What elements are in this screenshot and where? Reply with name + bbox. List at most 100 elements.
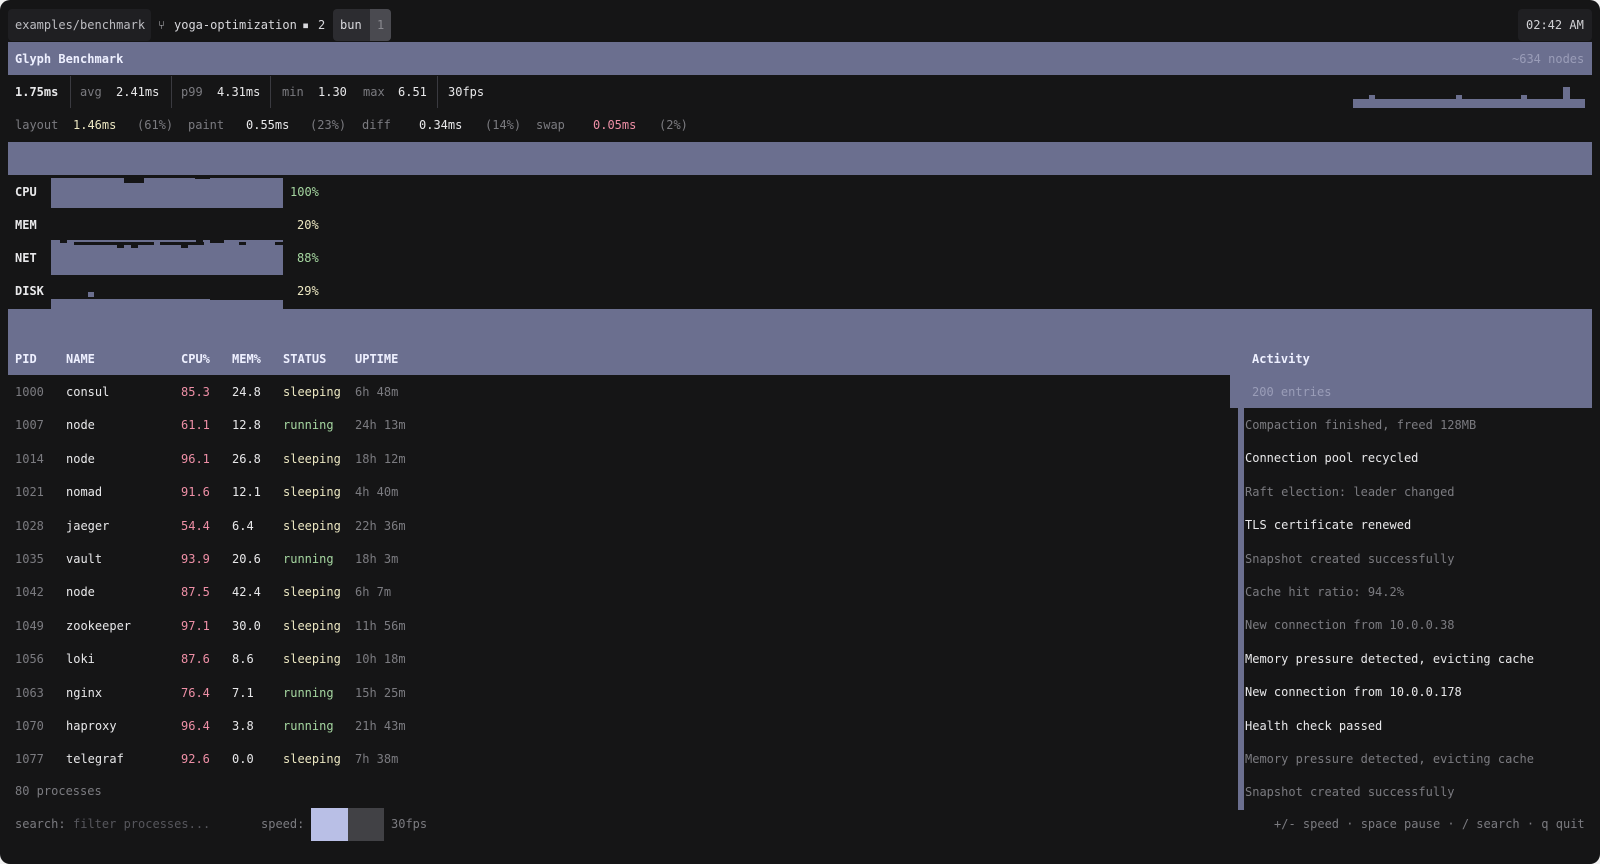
activity-item: Health check passed bbox=[1245, 718, 1383, 733]
name-cell: vault bbox=[66, 552, 103, 566]
pid-cell: 1014 bbox=[15, 451, 44, 466]
activity-item: Compaction finished, freed 128MB bbox=[1245, 418, 1477, 432]
table-row[interactable]: 1007 node 61.1 12.8 running 24h 13m bbox=[0, 409, 1230, 442]
activity-scrollbar[interactable] bbox=[1238, 408, 1244, 810]
meter-mark bbox=[131, 245, 138, 248]
current-frame-time: 1.75ms bbox=[15, 85, 59, 99]
status-cell: sleeping bbox=[283, 451, 341, 466]
activity-item: Snapshot created successfully bbox=[1245, 551, 1455, 566]
table-row[interactable]: 1021 nomad 91.6 12.1 sleeping 4h 40m bbox=[0, 476, 1230, 509]
table-row[interactable]: 1049 zookeeper 97.1 30.0 sleeping 11h 56m bbox=[0, 610, 1230, 643]
search-label: search: bbox=[15, 817, 66, 831]
cpu-cell: 87.5 bbox=[181, 585, 210, 600]
net-meter-value: 88% bbox=[297, 251, 319, 265]
pid-cell: 1021 bbox=[15, 485, 44, 500]
table-row[interactable]: 1070 haproxy 96.4 3.8 running 21h 43m bbox=[0, 710, 1230, 743]
meter-mark bbox=[181, 245, 188, 248]
max-value: 6.51 bbox=[398, 85, 427, 99]
name-cell: zookeeper bbox=[66, 618, 132, 633]
runtime-count: 1 bbox=[377, 18, 385, 32]
disk-meter-label: DISK bbox=[15, 284, 44, 298]
name-cell: haproxy bbox=[66, 719, 117, 733]
col-mem[interactable]: MEM% bbox=[232, 352, 261, 366]
diff-value: 0.34ms bbox=[419, 118, 463, 132]
activity-item: Memory pressure detected, evicting cache bbox=[1245, 752, 1534, 766]
help-hints: +/- speed · space pause · / search · q q… bbox=[1274, 817, 1585, 831]
activity-item: TLS certificate renewed bbox=[1245, 518, 1412, 533]
status-cell: sleeping bbox=[283, 652, 341, 667]
sparkline-tick bbox=[1369, 95, 1375, 99]
table-row[interactable]: 1042 node 87.5 42.4 sleeping 6h 7m bbox=[0, 576, 1230, 609]
col-pid[interactable]: PID bbox=[15, 352, 37, 366]
swap-pct: (2%) bbox=[659, 118, 688, 132]
activity-item: Snapshot created successfully bbox=[1245, 785, 1455, 800]
meter-mark bbox=[210, 297, 283, 300]
header-band bbox=[8, 42, 1592, 75]
stats-divider bbox=[171, 76, 172, 108]
table-row[interactable]: 1063 nginx 76.4 7.1 running 15h 25m bbox=[0, 677, 1230, 710]
speed-slider[interactable] bbox=[311, 808, 384, 841]
pid-cell: 1000 bbox=[15, 385, 44, 399]
status-cell: sleeping bbox=[283, 385, 341, 399]
layout-value: 1.46ms bbox=[73, 118, 117, 132]
paint-label: paint bbox=[188, 118, 225, 132]
table-row[interactable]: 1000 consul 85.3 24.8 sleeping 6h 48m bbox=[0, 376, 1230, 409]
table-row[interactable]: 1014 node 96.1 26.8 sleeping 18h 12m bbox=[0, 443, 1230, 476]
path-label: examples/benchmark bbox=[15, 18, 146, 32]
activity-item: New connection from 10.0.0.178 bbox=[1245, 685, 1462, 700]
frame-sparkline bbox=[1353, 99, 1585, 108]
meter-mark bbox=[117, 245, 124, 248]
mem-cell: 12.8 bbox=[232, 418, 261, 433]
activity-item: Memory pressure detected, evicting cache bbox=[1245, 651, 1534, 666]
cpu-cell: 97.1 bbox=[181, 618, 210, 633]
name-cell: consul bbox=[66, 385, 110, 399]
col-uptime[interactable]: UPTIME bbox=[355, 352, 398, 366]
meter-mark bbox=[51, 170, 283, 175]
name-cell: jaeger bbox=[66, 518, 110, 533]
mem-cell: 26.8 bbox=[232, 451, 261, 466]
col-status[interactable]: STATUS bbox=[283, 352, 326, 366]
meter-mark bbox=[124, 178, 144, 183]
uptime-cell: 10h 18m bbox=[355, 652, 406, 667]
table-row[interactable]: 1035 vault 93.9 20.6 running 18h 3m bbox=[0, 543, 1230, 576]
pid-cell: 1056 bbox=[15, 652, 44, 667]
col-name[interactable]: NAME bbox=[66, 352, 95, 366]
meter-mark bbox=[210, 240, 224, 243]
paint-pct: (23%) bbox=[310, 118, 347, 132]
mem-cell: 20.6 bbox=[232, 552, 261, 566]
app-title: Glyph Benchmark bbox=[15, 52, 124, 66]
search-input[interactable]: filter processes... bbox=[73, 817, 210, 831]
min-label: min bbox=[282, 85, 304, 99]
mem-cell: 12.1 bbox=[232, 485, 261, 500]
table-row[interactable]: 1056 loki 87.6 8.6 sleeping 10h 18m bbox=[0, 643, 1230, 676]
status-cell: running bbox=[283, 552, 334, 566]
status-cell: running bbox=[283, 685, 334, 700]
uptime-cell: 11h 56m bbox=[355, 618, 406, 633]
pid-cell: 1077 bbox=[15, 752, 44, 767]
net-meter-label: NET bbox=[15, 251, 37, 265]
branch-icon: ⑂ bbox=[158, 18, 166, 32]
col-cpu[interactable]: CPU% bbox=[181, 352, 210, 366]
table-row[interactable]: 1077 telegraf 92.6 0.0 sleeping 7h 38m bbox=[0, 743, 1230, 776]
mem-cell: 0.0 bbox=[232, 752, 254, 767]
uptime-cell: 22h 36m bbox=[355, 518, 406, 533]
status-cell: sleeping bbox=[283, 752, 341, 767]
status-cell: sleeping bbox=[283, 618, 341, 633]
table-row[interactable]: 1028 jaeger 54.4 6.4 sleeping 22h 36m bbox=[0, 510, 1230, 543]
meter-mark bbox=[88, 292, 94, 297]
clock: 02:42 AM bbox=[1526, 18, 1584, 32]
uptime-cell: 24h 13m bbox=[355, 418, 406, 433]
uptime-cell: 4h 40m bbox=[355, 485, 399, 500]
name-cell: node bbox=[66, 451, 95, 466]
mem-cell: 3.8 bbox=[232, 719, 254, 733]
cpu-cell: 76.4 bbox=[181, 685, 210, 700]
stats-divider bbox=[437, 76, 438, 108]
mem-cell: 24.8 bbox=[232, 385, 261, 399]
pid-cell: 1049 bbox=[15, 618, 44, 633]
min-value: 1.30 bbox=[318, 85, 347, 99]
uptime-cell: 6h 7m bbox=[355, 585, 392, 600]
dirty-count: 2 bbox=[318, 18, 326, 32]
cpu-meter-label: CPU bbox=[15, 185, 37, 199]
status-cell: running bbox=[283, 418, 334, 433]
stats-divider bbox=[270, 76, 271, 108]
